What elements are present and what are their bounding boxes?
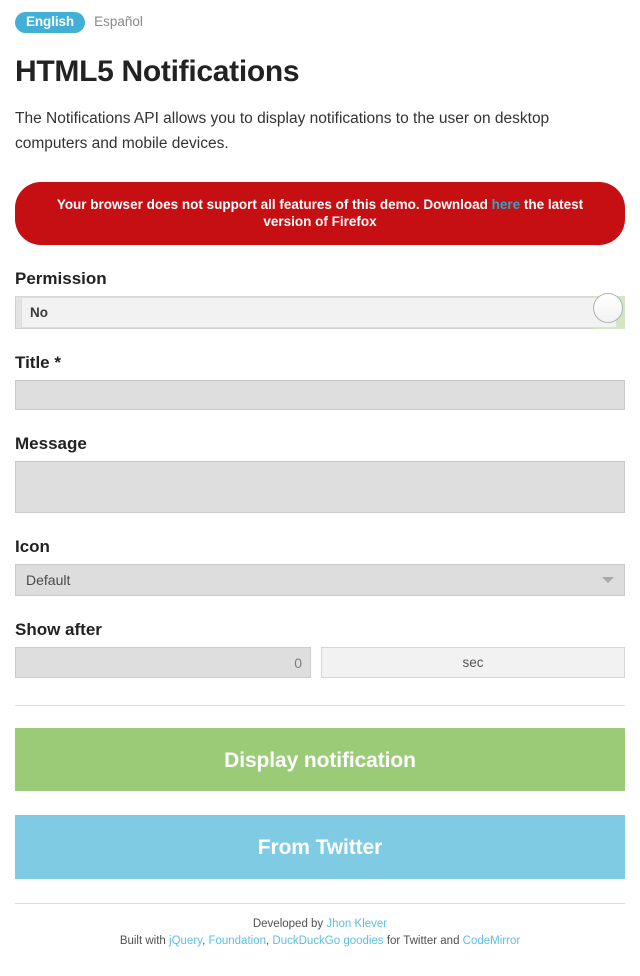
message-label: Message — [15, 434, 87, 453]
alert-text-before: Your browser does not support all featur… — [56, 197, 492, 212]
permission-toggle[interactable]: No — [15, 293, 625, 329]
show-after-label: Show after — [15, 620, 102, 639]
display-notification-button[interactable]: Display notification — [15, 728, 625, 791]
page-root: English Español HTML5 Notifications The … — [0, 0, 640, 976]
show-after-input[interactable] — [15, 647, 311, 678]
form-divider — [15, 705, 625, 706]
page-description: The Notifications API allows you to disp… — [15, 110, 550, 152]
footer-link-jquery[interactable]: jQuery — [169, 935, 202, 947]
permission-toggle-knob[interactable] — [593, 293, 623, 323]
permission-value: No — [30, 305, 48, 320]
icon-select[interactable]: Default — [15, 564, 625, 596]
footer-builtwith-text: Built with — [119, 935, 170, 947]
footer-builtwith-line: Built with jQuery, Foundation, DuckDuckG… — [15, 934, 625, 949]
page-title: HTML5 Notifications — [15, 55, 300, 88]
footer-link-codemirror[interactable]: CodeMirror — [463, 935, 521, 947]
message-input[interactable] — [15, 461, 625, 513]
icon-label: Icon — [15, 537, 50, 556]
footer-credit-line: Developed by Jhon Klever — [15, 917, 625, 932]
footer-author-link[interactable]: Jhon Klever — [326, 918, 387, 930]
show-after-unit-col: sec — [321, 647, 625, 678]
title-label: Title * — [15, 353, 61, 372]
language-switcher: English Español — [0, 0, 640, 33]
permission-toggle-track — [21, 297, 617, 328]
browser-support-alert: Your browser does not support all featur… — [15, 182, 625, 245]
alert-download-link[interactable]: here — [492, 197, 521, 212]
language-option-english[interactable]: English — [15, 11, 86, 33]
permission-label: Permission — [15, 269, 107, 288]
footer-mid-text: for Twitter and — [383, 935, 463, 947]
show-after-input-col — [15, 647, 311, 678]
chevron-down-icon — [602, 577, 614, 583]
language-option-spanish[interactable]: Español — [94, 15, 143, 29]
footer-developed-by-text: Developed by — [252, 918, 327, 930]
footer-link-duckduckgo[interactable]: DuckDuckGo goodies — [272, 935, 383, 947]
footer: Developed by Jhon Klever Built with jQue… — [15, 904, 625, 949]
icon-select-wrapper[interactable]: Default — [15, 564, 625, 596]
show-after-row: sec — [15, 647, 625, 678]
title-input[interactable] — [15, 380, 625, 410]
footer-link-foundation[interactable]: Foundation — [208, 935, 266, 947]
show-after-unit: sec — [321, 647, 625, 678]
content-container: HTML5 Notifications The Notifications AP… — [0, 55, 640, 949]
from-twitter-button[interactable]: From Twitter — [15, 815, 625, 879]
